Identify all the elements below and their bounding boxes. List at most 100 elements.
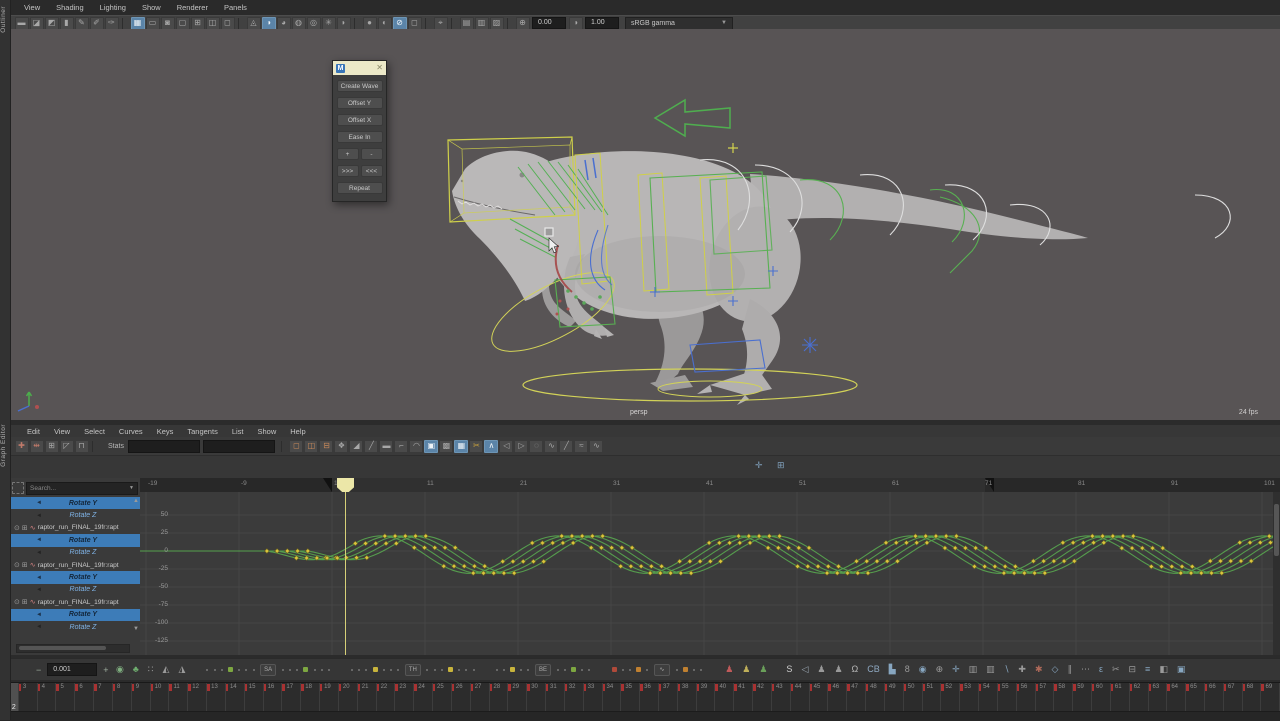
time-slider-frame-7[interactable]: 7 bbox=[94, 683, 113, 712]
move-nearest-key-icon[interactable]: ✚ bbox=[14, 439, 29, 453]
move-anchor-icon[interactable]: ✛ bbox=[952, 665, 960, 674]
time-slider-frame-48[interactable]: 48 bbox=[866, 683, 885, 712]
expression-icon[interactable]: ε bbox=[1099, 665, 1103, 674]
frame-playback-range-icon[interactable]: ◻ bbox=[289, 439, 304, 453]
time-slider-frame-45[interactable]: 45 bbox=[809, 683, 829, 712]
burst-icon[interactable]: ✱ bbox=[1035, 665, 1043, 674]
scroll-down-icon[interactable]: ▼ bbox=[133, 626, 139, 632]
time-slider-frame-28[interactable]: 28 bbox=[489, 683, 509, 712]
time-slider-frame-43[interactable]: 43 bbox=[771, 683, 791, 712]
time-slider-frame-66[interactable]: 66 bbox=[1205, 683, 1224, 712]
offset-x-button[interactable]: Offset X bbox=[336, 114, 383, 126]
time-slider-frame-39[interactable]: 39 bbox=[696, 683, 716, 712]
resample-curves-icon[interactable]: ∿ bbox=[589, 439, 604, 453]
time-slider-frame-30[interactable]: 30 bbox=[527, 683, 547, 712]
time-slider-frame-52[interactable]: 52 bbox=[941, 683, 961, 712]
channel-attr-row[interactable]: ◄ Rotate Y bbox=[10, 571, 140, 584]
cut-keys-icon[interactable]: ✂ bbox=[1112, 665, 1120, 674]
channel-attr-row[interactable]: ◄ Rotate Y bbox=[10, 497, 140, 510]
channel-attr-row[interactable]: ◄ Rotate Z bbox=[10, 547, 140, 559]
clamped-tangents-icon[interactable]: ◢ bbox=[349, 439, 364, 453]
time-slider-frame-62[interactable]: 62 bbox=[1129, 683, 1149, 712]
unify-tangents-icon[interactable]: ∧ bbox=[484, 439, 499, 453]
camera-attributes-icon[interactable]: ◪ bbox=[29, 16, 44, 30]
ghosting-icon[interactable]: ∷ bbox=[148, 665, 154, 674]
time-slider-frame-44[interactable]: 44 bbox=[790, 683, 810, 712]
render-view-icon[interactable]: ▣ bbox=[1177, 665, 1186, 674]
direction-arrow-control[interactable] bbox=[653, 98, 731, 138]
spline-tangents-icon[interactable]: ❖ bbox=[334, 439, 349, 453]
time-slider-frame-4[interactable]: 4 bbox=[37, 683, 57, 712]
time-slider-frame-35[interactable]: 35 bbox=[621, 683, 641, 712]
graph-menu-tangents[interactable]: Tangents bbox=[180, 427, 224, 436]
close-icon[interactable]: ✕ bbox=[376, 64, 383, 72]
linear-tangents-icon[interactable]: ╱ bbox=[364, 439, 379, 453]
time-slider-frame-38[interactable]: 38 bbox=[677, 683, 697, 712]
post-infinity-cycle-icon[interactable]: ╱ bbox=[559, 439, 574, 453]
graph-menu-view[interactable]: View bbox=[47, 427, 77, 436]
expand-icon[interactable]: ⊞ bbox=[22, 561, 28, 569]
playback-key-dot[interactable] bbox=[510, 667, 516, 672]
character-set-green-icon[interactable]: ♟ bbox=[759, 665, 767, 674]
increment-button[interactable]: + bbox=[103, 665, 108, 675]
decrement-button[interactable]: − bbox=[36, 665, 41, 675]
time-slider-frame-10[interactable]: 10 bbox=[150, 683, 170, 712]
field-chart-icon[interactable]: ⊞ bbox=[190, 16, 205, 30]
diamond-key-icon[interactable]: ◇ bbox=[1052, 665, 1059, 674]
channel-node-row[interactable]: ⊙ ⊞ ∿ raptor_run_FINAL_19fr:rapt bbox=[10, 596, 140, 608]
dope-sheet-icon[interactable]: ⊟ bbox=[1129, 665, 1137, 674]
flat-lighting-icon[interactable]: ◐ bbox=[377, 16, 392, 30]
graph-menu-list[interactable]: List bbox=[225, 427, 251, 436]
tool-button-[interactable]: + bbox=[336, 148, 359, 160]
ease-in-button[interactable]: Ease In bbox=[336, 131, 383, 143]
time-slider-frame-19[interactable]: 19 bbox=[320, 683, 339, 712]
curve-falloff-icon[interactable]: ∖ bbox=[1004, 665, 1010, 674]
time-slider-frame-17[interactable]: 17 bbox=[282, 683, 302, 712]
time-slider-frame-67[interactable]: 67 bbox=[1223, 683, 1243, 712]
time-slider-frame-41[interactable]: 41 bbox=[734, 683, 754, 712]
selection-filter-icon[interactable] bbox=[12, 482, 24, 494]
flat-tangents-icon[interactable]: ▬ bbox=[379, 439, 394, 453]
lattice-deform-keys-icon[interactable]: ⊞ bbox=[44, 439, 59, 453]
time-slider-frame-15[interactable]: 15 bbox=[244, 683, 264, 712]
audio-icon[interactable]: ◁ bbox=[801, 665, 808, 674]
time-slider-frame-25[interactable]: 25 bbox=[433, 683, 452, 712]
walk-tool-icon[interactable]: ♟ bbox=[817, 665, 825, 674]
channel-attr-row[interactable]: ◄ Rotate Y bbox=[10, 608, 140, 621]
film-strip-icon[interactable]: ▥ bbox=[969, 665, 978, 674]
create-wave-tool-window[interactable]: M ✕ Create Wave Offset Y Offset X Ease In +… bbox=[332, 60, 387, 202]
viewport-menu-shading[interactable]: Shading bbox=[48, 3, 92, 12]
retime-tool-icon[interactable]: ⊓ bbox=[74, 439, 89, 453]
graph-editor-tab[interactable]: Graph Editor bbox=[0, 424, 10, 467]
ambient-occlusion-icon[interactable]: ✳ bbox=[321, 16, 336, 30]
time-slider-frame-51[interactable]: 51 bbox=[922, 683, 942, 712]
expand-icon[interactable]: ⊞ bbox=[22, 598, 28, 606]
list-icon[interactable]: ≡ bbox=[1145, 665, 1150, 674]
playhead-line[interactable] bbox=[345, 492, 347, 655]
graph-curve-area[interactable]: 50 25 0 -25 -50 -75 -100 -125 bbox=[140, 492, 1280, 655]
time-slider-frame-64[interactable]: 64 bbox=[1167, 683, 1187, 712]
time-slider-frame-36[interactable]: 36 bbox=[640, 683, 659, 712]
image-plane-icon[interactable]: ▮ bbox=[59, 16, 74, 30]
pair-blend-icon[interactable]: ∥ bbox=[1067, 665, 1072, 674]
grid-icon[interactable]: ▦ bbox=[130, 16, 145, 30]
time-slider-frame-12[interactable]: 12 bbox=[188, 683, 208, 712]
viewport-menu-renderer[interactable]: Renderer bbox=[169, 3, 216, 12]
time-slider-frame-33[interactable]: 33 bbox=[583, 683, 603, 712]
smooth-shade-icon[interactable]: ◑ bbox=[261, 16, 276, 30]
time-slider-frame-65[interactable]: 65 bbox=[1186, 683, 1205, 712]
motion-blur-icon[interactable]: ◗ bbox=[336, 16, 351, 30]
viewport-menu-view[interactable]: View bbox=[16, 3, 48, 12]
time-slider-frame-55[interactable]: 55 bbox=[997, 683, 1017, 712]
time-slider-frame-46[interactable]: 46 bbox=[828, 683, 848, 712]
time-slider-frame-63[interactable]: 63 bbox=[1148, 683, 1168, 712]
create-wave-button[interactable]: Create Wave bbox=[336, 80, 383, 92]
frame-all-icon[interactable]: ◫ bbox=[304, 439, 319, 453]
gate-mask-icon[interactable]: ▢ bbox=[175, 16, 190, 30]
resolution-gate-icon[interactable]: ◙ bbox=[160, 16, 175, 30]
playback-toggle-icon[interactable]: ◉ bbox=[116, 665, 124, 674]
time-slider-frame-27[interactable]: 27 bbox=[470, 683, 490, 712]
time-slider-frame-9[interactable]: 9 bbox=[131, 683, 151, 712]
stats-time-field[interactable] bbox=[127, 439, 200, 453]
textured-icon[interactable]: ◕ bbox=[276, 16, 291, 30]
